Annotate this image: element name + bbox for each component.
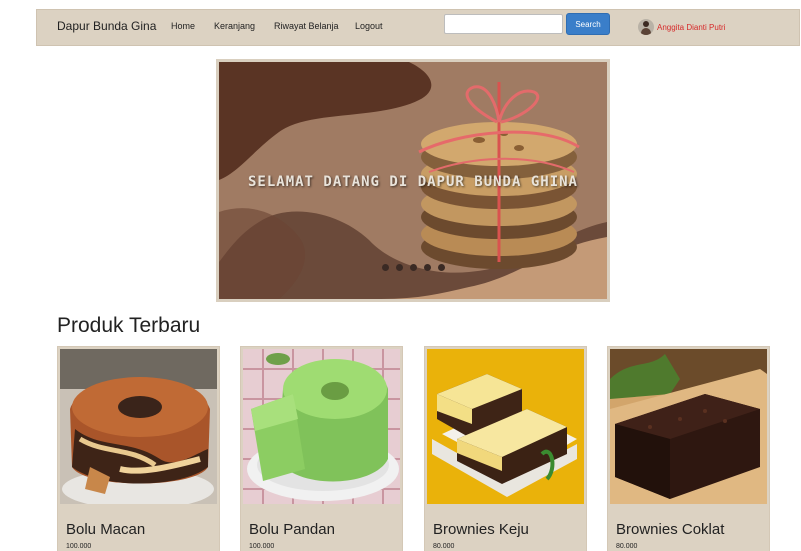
carousel-indicator-5[interactable] bbox=[438, 264, 445, 271]
product-price: 80.000 bbox=[616, 543, 638, 550]
product-image bbox=[60, 349, 217, 504]
product-card-brownies-keju[interactable]: Brownies Keju 80.000 bbox=[424, 346, 587, 551]
product-image bbox=[243, 349, 400, 504]
product-name: Bolu Pandan bbox=[249, 521, 335, 538]
search-input[interactable] bbox=[444, 14, 563, 34]
nav-home-link[interactable]: Home bbox=[171, 21, 195, 31]
product-image bbox=[427, 349, 584, 504]
section-title: Produk Terbaru bbox=[57, 314, 201, 337]
product-name: Brownies Coklat bbox=[616, 521, 725, 538]
product-card-bolu-pandan[interactable]: Bolu Pandan 100.000 bbox=[240, 346, 403, 551]
navbar: Dapur Bunda Gina Home Keranjang Riwayat … bbox=[36, 9, 800, 46]
product-name: Bolu Macan bbox=[66, 521, 146, 538]
carousel-indicator-4[interactable] bbox=[424, 264, 431, 271]
carousel-indicator-3[interactable] bbox=[410, 264, 417, 271]
brand-link[interactable]: Dapur Bunda Gina bbox=[57, 19, 156, 33]
user-name: Anggita Dianti Putri bbox=[657, 22, 726, 32]
product-image bbox=[610, 349, 767, 504]
search-button[interactable]: Search bbox=[566, 13, 610, 35]
carousel-indicator-1[interactable] bbox=[382, 264, 389, 271]
product-card-brownies-coklat[interactable]: Brownies Coklat 80.000 bbox=[607, 346, 770, 551]
product-price: 100.000 bbox=[66, 543, 92, 550]
product-price: 80.000 bbox=[433, 543, 455, 550]
product-card-bolu-macan[interactable]: Bolu Macan 100.000 bbox=[57, 346, 220, 551]
product-name: Brownies Keju bbox=[433, 521, 529, 538]
user-menu[interactable]: Anggita Dianti Putri bbox=[638, 19, 725, 35]
carousel-caption: SELAMAT DATANG DI DAPUR BUNDA GHINA bbox=[247, 174, 578, 190]
nav-cart-link[interactable]: Keranjang bbox=[214, 21, 255, 31]
avatar bbox=[638, 19, 654, 35]
hero-carousel[interactable]: SELAMAT DATANG DI DAPUR BUNDA GHINA bbox=[216, 59, 610, 302]
carousel-indicators bbox=[382, 264, 445, 271]
nav-logout-link[interactable]: Logout bbox=[355, 21, 383, 31]
nav-history-link[interactable]: Riwayat Belanja bbox=[274, 21, 339, 31]
product-price: 100.000 bbox=[249, 543, 275, 550]
carousel-indicator-2[interactable] bbox=[396, 264, 403, 271]
